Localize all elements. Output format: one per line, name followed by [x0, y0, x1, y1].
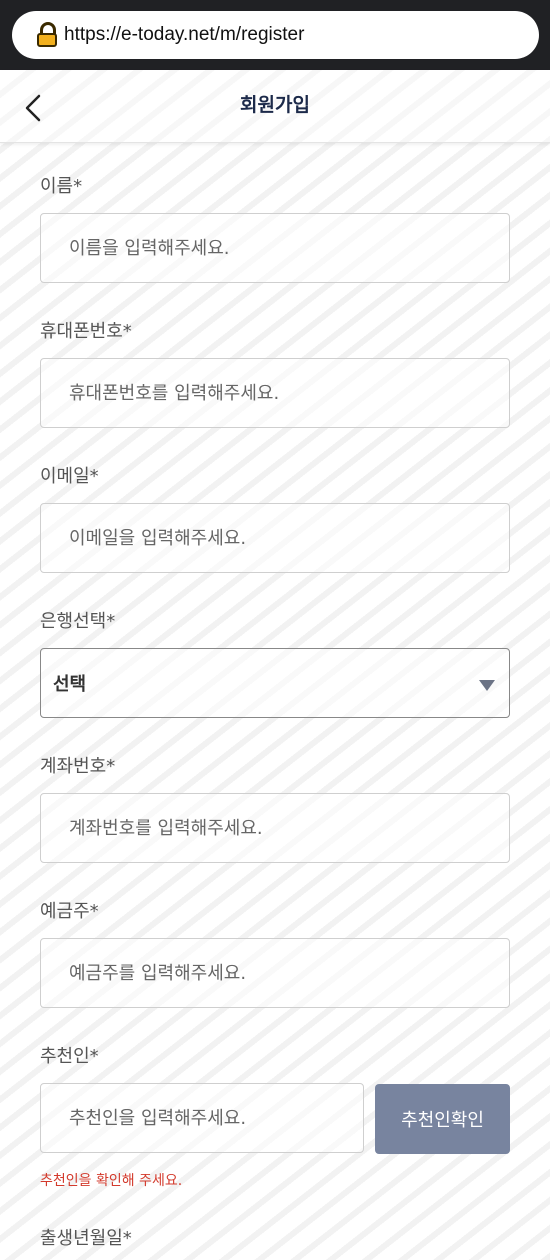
page-title: 회원가입 [240, 94, 310, 116]
browser-chrome: https://e-today.net/m/register [0, 0, 550, 70]
phone-input[interactable] [40, 358, 510, 428]
referrer-check-button[interactable]: 추천인확인 [375, 1084, 510, 1154]
account-input[interactable] [40, 793, 510, 863]
address-bar[interactable]: https://e-today.net/m/register [12, 11, 539, 59]
lock-icon [36, 22, 58, 48]
page-content: 회원가입 이름* 휴대폰번호* 이메일* 은행선택* 선택 계좌번호* 예금주*… [0, 70, 550, 1260]
phone-label: 휴대폰번호* [40, 321, 132, 342]
page-header: 회원가입 [0, 70, 550, 143]
bank-label: 은행선택* [40, 611, 116, 632]
email-label: 이메일* [40, 466, 99, 487]
holder-label: 예금주* [40, 901, 99, 922]
account-label: 계좌번호* [40, 756, 116, 777]
holder-input[interactable] [40, 938, 510, 1008]
name-label: 이름* [40, 176, 83, 197]
dropdown-arrow-icon [479, 680, 495, 691]
referrer-error-message: 추천인을 확인해 주세요. [40, 1173, 183, 1189]
birth-label: 출생년월일* [40, 1228, 132, 1249]
referrer-label: 추천인* [40, 1046, 99, 1067]
name-input[interactable] [40, 213, 510, 283]
email-input[interactable] [40, 503, 510, 573]
bank-select[interactable]: 선택 [40, 648, 510, 718]
bank-select-value: 선택 [53, 674, 87, 695]
url-text: https://e-today.net/m/register [64, 24, 305, 45]
referrer-input[interactable] [40, 1083, 364, 1153]
